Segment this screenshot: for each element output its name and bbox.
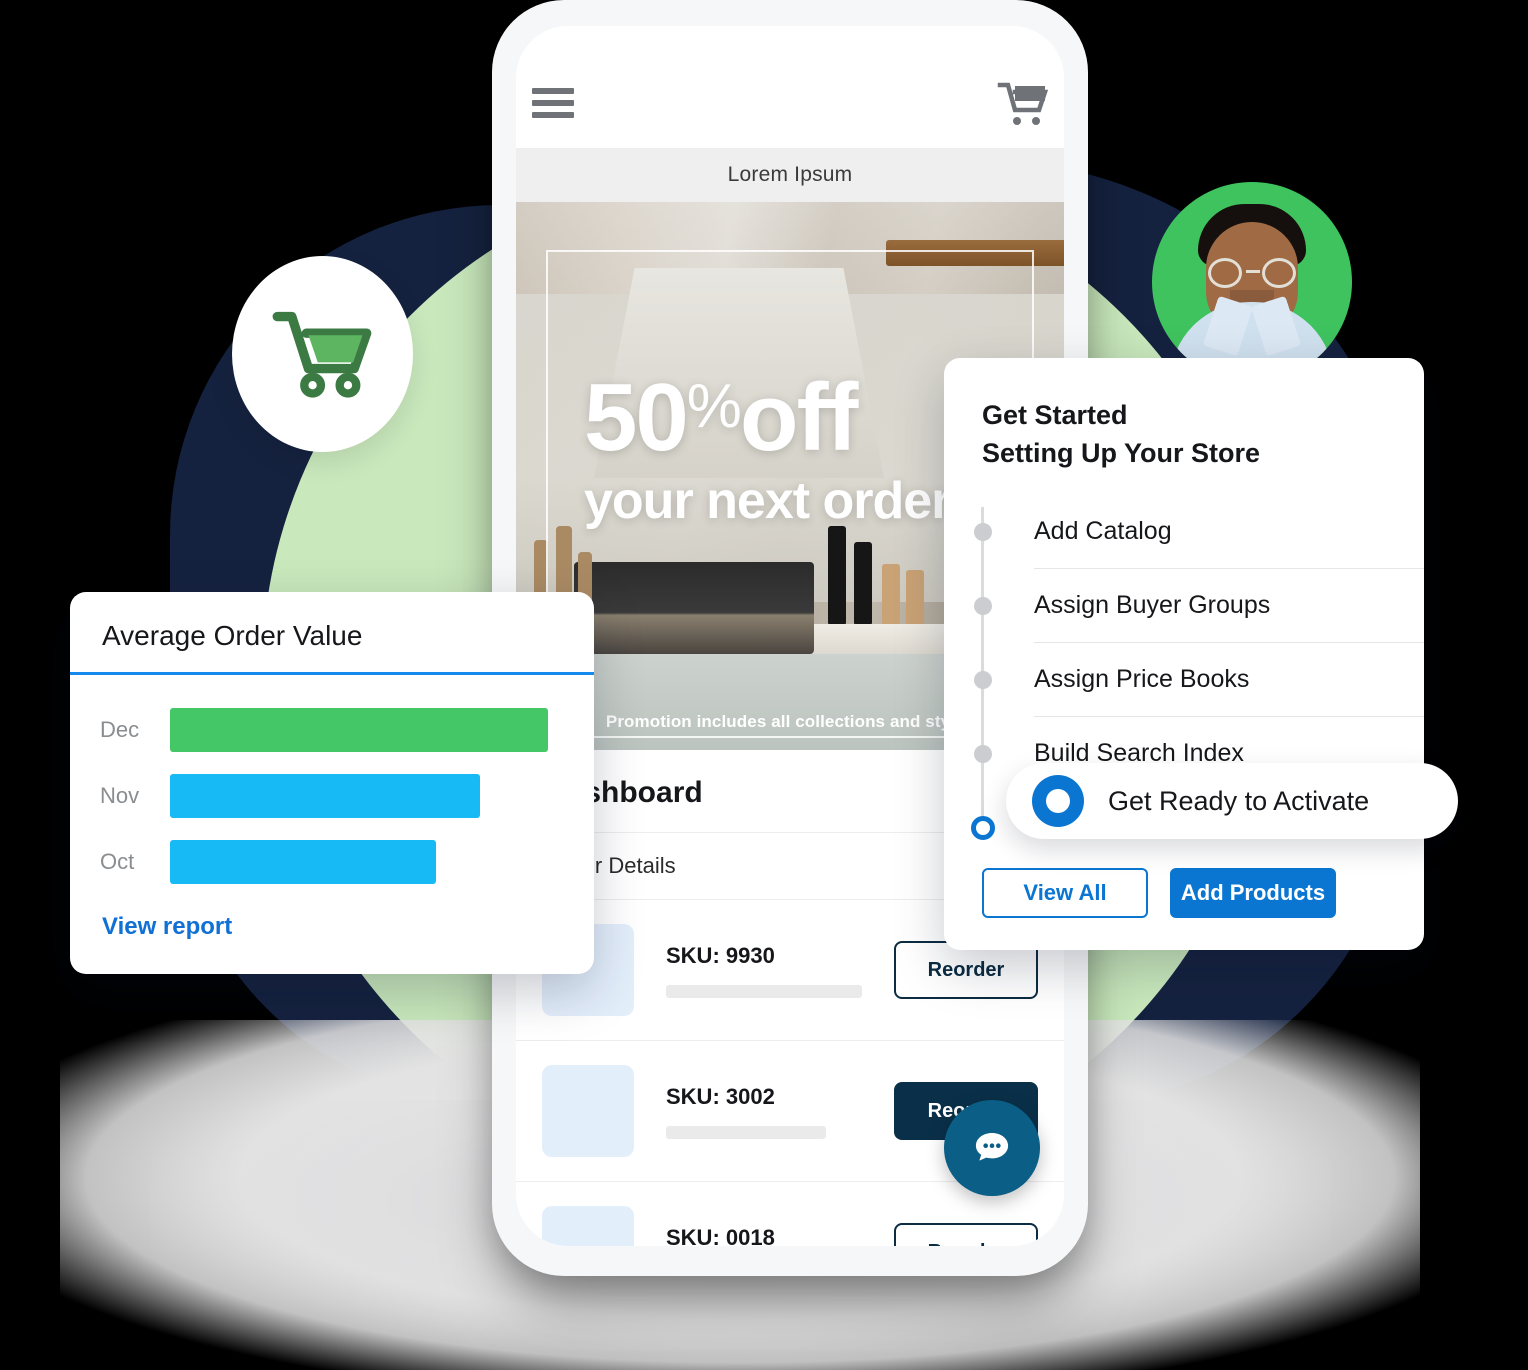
list-item[interactable]: Add Catalog (974, 495, 1424, 569)
get-started-card: Get Started Setting Up Your Store Add Ca… (944, 358, 1424, 950)
chat-bubble-icon[interactable] (944, 1100, 1040, 1196)
view-report-link[interactable]: View report (70, 895, 594, 941)
sidebar-item-label: Assign Price Books (1034, 643, 1424, 717)
hero-percent-symbol: % (686, 372, 742, 441)
placeholder-line (666, 984, 862, 998)
view-all-button[interactable]: View All (982, 868, 1148, 918)
radio-selected-icon (1032, 775, 1084, 827)
composition-stage: Lorem Ipsum 50 % off your next order Pro… (0, 0, 1528, 1370)
sidebar-item-label: Add Catalog (1034, 495, 1424, 569)
reorder-button[interactable]: Reorder (894, 1223, 1038, 1246)
card-actions: View All Add Products (944, 868, 1424, 918)
storefront-navbar (516, 26, 1064, 148)
chart-category-label: Nov (100, 783, 140, 808)
get-started-title-line-2: Setting Up Your Store (982, 438, 1261, 469)
chart-bar-row: Dec (100, 697, 564, 763)
card-header: Average Order Value (70, 592, 594, 675)
chart-bar (170, 708, 548, 752)
average-order-value-card: Average Order Value Dec Nov Oct View rep… (70, 592, 594, 974)
sidebar-item-label: Assign Buyer Groups (1034, 569, 1424, 643)
avatar-glasses-left (1208, 258, 1242, 288)
step-dot-icon (974, 522, 992, 541)
card-title: Average Order Value (102, 620, 363, 651)
list-item[interactable]: Assign Buyer Groups (974, 569, 1424, 643)
sku-label: SKU: 9930 (666, 942, 775, 968)
breadcrumb: Lorem Ipsum (516, 148, 1064, 202)
chart-bar-row: Oct (100, 829, 564, 895)
add-products-button[interactable]: Add Products (1170, 868, 1336, 918)
chart-category-label: Dec (100, 717, 140, 742)
chart-bar (170, 840, 436, 884)
product-info: SKU: 3002 (634, 1084, 894, 1139)
active-step-pill[interactable]: Get Ready to Activate (1006, 763, 1458, 839)
step-dot-icon (974, 670, 992, 689)
hero-discount-number: 50 (584, 364, 689, 471)
card-title: Get Started Setting Up Your Store (944, 358, 1424, 473)
list-item[interactable]: Assign Price Books (974, 643, 1424, 717)
product-thumbnail (542, 1206, 634, 1246)
active-step-label: Get Ready to Activate (1108, 785, 1370, 816)
product-thumbnail (542, 1065, 634, 1157)
sku-label: SKU: 0018 (666, 1224, 775, 1247)
get-started-title-line-1: Get Started (982, 400, 1128, 430)
avatar-glasses-bridge (1246, 270, 1260, 273)
sku-label: SKU: 3002 (666, 1083, 775, 1109)
chart-bar-row: Nov (100, 763, 564, 829)
placeholder-line (666, 1125, 826, 1139)
product-info: SKU: 0018 (634, 1225, 894, 1247)
chart-category-label: Oct (100, 849, 135, 874)
hamburger-menu-icon[interactable] (532, 88, 574, 118)
chart-bar (170, 774, 480, 818)
avatar-glasses-right (1262, 258, 1296, 288)
cart-badge (232, 256, 413, 452)
shopping-cart-icon (272, 311, 371, 398)
bar-chart: Dec Nov Oct (70, 675, 594, 895)
avatar (1152, 182, 1352, 382)
hero-off-word: off (739, 364, 859, 471)
step-dot-active-icon (971, 815, 995, 840)
step-dot-icon (974, 744, 992, 763)
step-dot-icon (974, 596, 992, 615)
product-info: SKU: 9930 (634, 943, 894, 998)
shopping-cart-icon[interactable] (996, 80, 1049, 128)
